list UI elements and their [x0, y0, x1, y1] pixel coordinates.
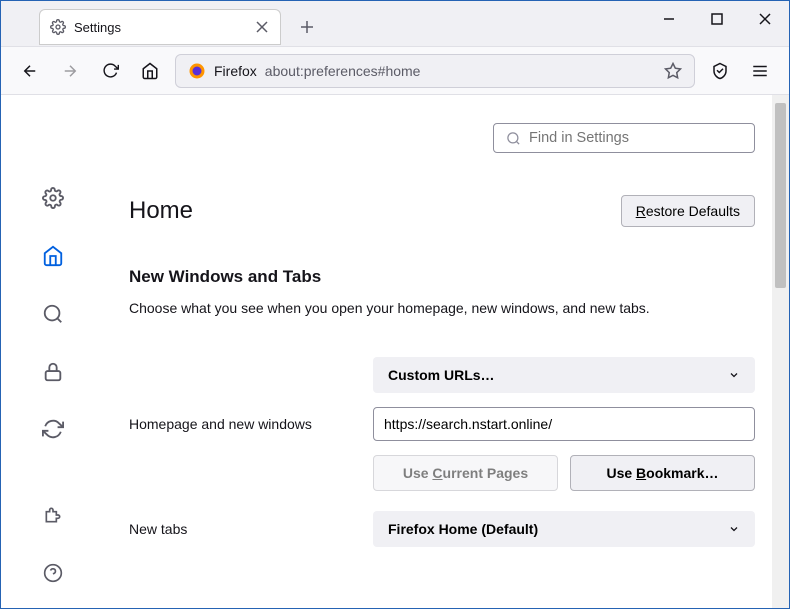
close-tab-icon[interactable]: [254, 19, 270, 35]
home-toolbar-button[interactable]: [135, 56, 165, 86]
restore-defaults-button[interactable]: Restore Defaults: [621, 195, 755, 227]
settings-search[interactable]: [493, 123, 755, 153]
bookmark-star-icon[interactable]: [664, 62, 682, 80]
use-current-pages-button[interactable]: Use Current Pages: [373, 455, 558, 491]
scrollbar[interactable]: [772, 95, 789, 608]
nav-help[interactable]: [37, 558, 69, 588]
scrollbar-thumb[interactable]: [775, 103, 786, 288]
chevron-down-icon: [728, 523, 740, 535]
hamburger-menu-button[interactable]: [745, 56, 775, 86]
toolbar: Firefox about:preferences#home: [1, 47, 789, 95]
nav-search[interactable]: [37, 299, 69, 329]
forward-button[interactable]: [55, 56, 85, 86]
homepage-label: Homepage and new windows: [129, 416, 353, 432]
maximize-button[interactable]: [709, 11, 725, 27]
titlebar: Settings: [1, 1, 789, 47]
homepage-url-input[interactable]: [373, 407, 755, 441]
newtabs-select[interactable]: Firefox Home (Default): [373, 511, 755, 547]
section-title: New Windows and Tabs: [129, 267, 755, 287]
content-area: Home Restore Defaults New Windows and Ta…: [1, 95, 789, 608]
nav-general[interactable]: [37, 183, 69, 213]
chevron-down-icon: [728, 369, 740, 381]
new-tab-button[interactable]: [293, 13, 321, 41]
nav-home[interactable]: [37, 241, 69, 271]
nav-sync[interactable]: [37, 414, 69, 444]
search-icon: [506, 131, 521, 146]
pocket-button[interactable]: [705, 56, 735, 86]
close-window-button[interactable]: [757, 11, 773, 27]
minimize-button[interactable]: [661, 11, 677, 27]
tab-strip: Settings: [1, 1, 661, 45]
window-controls: [661, 1, 789, 27]
sidebar-nav: [1, 95, 105, 608]
url-path: about:preferences#home: [265, 63, 421, 79]
nav-extensions[interactable]: [37, 500, 69, 530]
tab-title: Settings: [74, 20, 246, 35]
homepage-select[interactable]: Custom URLs…: [373, 357, 755, 393]
homepage-select-value: Custom URLs…: [388, 367, 495, 383]
reload-button[interactable]: [95, 56, 125, 86]
url-text: Firefox about:preferences#home: [214, 63, 420, 79]
url-bar[interactable]: Firefox about:preferences#home: [175, 54, 695, 88]
section-description: Choose what you see when you open your h…: [129, 299, 755, 319]
newtabs-label: New tabs: [129, 521, 353, 537]
settings-search-input[interactable]: [529, 130, 742, 146]
gear-icon: [50, 19, 66, 35]
use-bookmark-button[interactable]: Use Bookmark…: [570, 455, 755, 491]
page-title: Home: [129, 197, 193, 225]
url-scheme: Firefox: [214, 63, 257, 79]
browser-tab[interactable]: Settings: [39, 9, 281, 45]
newtabs-select-value: Firefox Home (Default): [388, 521, 538, 537]
main-panel: Home Restore Defaults New Windows and Ta…: [105, 95, 789, 608]
back-button[interactable]: [15, 56, 45, 86]
nav-privacy[interactable]: [37, 357, 69, 387]
firefox-logo-icon: [188, 62, 206, 80]
